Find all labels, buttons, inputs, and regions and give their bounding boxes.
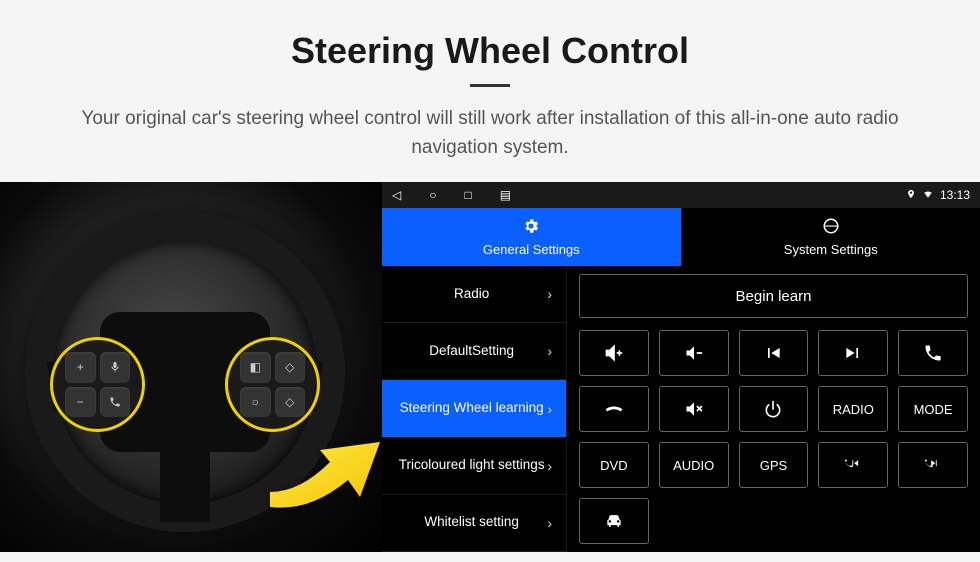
- fn-gps[interactable]: GPS: [739, 442, 809, 488]
- menu-label: Radio: [396, 286, 547, 303]
- fn-dvd[interactable]: DVD: [579, 442, 649, 488]
- fn-vol-up[interactable]: [579, 330, 649, 376]
- menu-label: Tricoloured light settings: [396, 457, 547, 474]
- menu-item-steering-wheel[interactable]: Steering Wheel learning ›: [382, 380, 567, 437]
- page-subtitle: Your original car's steering wheel contr…: [50, 105, 930, 162]
- tab-label: System Settings: [784, 242, 878, 257]
- gear-icon: [522, 217, 540, 240]
- wheel-button-cluster-right: ◧ ◇ ○ ◇: [225, 337, 320, 432]
- fn-audio[interactable]: AUDIO: [659, 442, 729, 488]
- tab-label: General Settings: [483, 242, 580, 257]
- steering-wheel-photo: + − ◧ ◇ ○ ◇: [0, 182, 382, 552]
- menu-label: Steering Wheel learning: [396, 400, 547, 417]
- fn-car[interactable]: [579, 498, 649, 544]
- fn-hangup[interactable]: [579, 386, 649, 432]
- wheel-btn-up-icon: ◇: [275, 352, 306, 383]
- chevron-right-icon: ›: [547, 286, 552, 302]
- tab-general-settings[interactable]: General Settings: [382, 208, 681, 266]
- fn-call[interactable]: [898, 330, 968, 376]
- fn-prev-track[interactable]: [739, 330, 809, 376]
- screenshot-icon[interactable]: ▤: [500, 188, 511, 202]
- menu-item-radio[interactable]: Radio ›: [382, 266, 567, 323]
- fn-mode[interactable]: MODE: [898, 386, 968, 432]
- menu-item-whitelist[interactable]: Whitelist setting ›: [382, 495, 567, 552]
- menu-item-default[interactable]: DefaultSetting ›: [382, 323, 567, 380]
- wheel-btn-menu-icon: ◧: [240, 352, 271, 383]
- yellow-arrow-icon: [260, 422, 382, 512]
- home-icon[interactable]: ○: [429, 188, 436, 202]
- android-navbar: ◁ ○ □ ▤ 13:13: [382, 182, 980, 208]
- menu-label: Whitelist setting: [396, 514, 547, 531]
- chevron-right-icon: ›: [547, 343, 552, 359]
- fn-power[interactable]: [739, 386, 809, 432]
- wifi-icon: [922, 188, 934, 202]
- back-icon[interactable]: ◁: [392, 188, 401, 202]
- menu-item-tricoloured[interactable]: Tricoloured light settings ›: [382, 438, 567, 495]
- wheel-btn-phone-icon: [100, 387, 131, 418]
- fn-call-prev[interactable]: [818, 442, 888, 488]
- recent-icon[interactable]: □: [464, 188, 471, 202]
- wheel-btn-plus: +: [65, 352, 96, 383]
- menu-label: DefaultSetting: [396, 343, 547, 360]
- settings-side-menu: Radio › DefaultSetting › Steering Wheel …: [382, 266, 567, 552]
- fn-mute[interactable]: [659, 386, 729, 432]
- wheel-btn-voice-icon: [100, 352, 131, 383]
- location-icon: [906, 188, 916, 202]
- learning-panel: Begin learn: [567, 266, 980, 552]
- fn-next-track[interactable]: [818, 330, 888, 376]
- wheel-btn-select-icon: ○: [240, 387, 271, 418]
- fn-radio[interactable]: RADIO: [818, 386, 888, 432]
- begin-learn-button[interactable]: Begin learn: [579, 274, 968, 318]
- fn-call-next[interactable]: [898, 442, 968, 488]
- wheel-button-cluster-left: + −: [50, 337, 145, 432]
- title-divider: [470, 84, 510, 87]
- tab-system-settings[interactable]: System Settings: [681, 208, 980, 266]
- chevron-right-icon: ›: [547, 401, 552, 417]
- headunit-screen: ◁ ○ □ ▤ 13:13 General Setti: [382, 182, 980, 552]
- wheel-btn-down-icon: ◇: [275, 387, 306, 418]
- clock-time: 13:13: [940, 188, 970, 202]
- system-icon: [822, 217, 840, 240]
- chevron-right-icon: ›: [547, 458, 552, 474]
- page-title: Steering Wheel Control: [40, 30, 940, 72]
- chevron-right-icon: ›: [547, 515, 552, 531]
- fn-vol-down[interactable]: [659, 330, 729, 376]
- wheel-btn-minus: −: [65, 387, 96, 418]
